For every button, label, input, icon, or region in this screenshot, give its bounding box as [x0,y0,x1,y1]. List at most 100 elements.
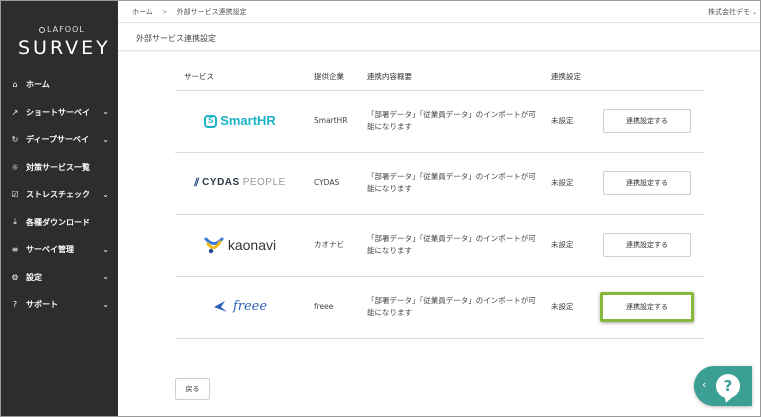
chevron-down-icon: ⌄ [102,272,109,282]
breadcrumb: ホーム > 外部サービス連携設定 [132,7,247,17]
sidebar-item-label: ストレスチェック [26,190,90,200]
smarthr-badge-icon: S [204,114,218,128]
brand-small-text: LAFOOL [47,25,85,34]
header-company: 提供企業 [305,64,358,91]
sidebar-item-list[interactable]: ≡ サーベイ管理 ⌄ [1,236,118,264]
company-cell: SmartHR [305,90,358,153]
header-description: 連携内容概要 [358,64,542,91]
kaonavi-logo: kaonavi [175,236,305,254]
breadcrumb-home[interactable]: ホーム [132,8,153,16]
table-row: freee freee 「部署データ」「従業員データ」のインポートが可能になります未… [175,276,704,339]
chevron-down-icon: ⌄ [102,134,109,144]
table-row: kaonavi カオナビ 「部署データ」「従業員データ」のインポートが可能になります… [175,214,704,277]
top-bar: ホーム > 外部サービス連携設定 株式会社デモ ⌄ [118,1,760,23]
table-header-row: サービス 提供企業 連携内容概要 連携設定 [175,64,704,91]
configure-integration-button[interactable]: 連携設定する [603,171,691,195]
company-name: 株式会社デモ [707,8,750,16]
status-cell: 未設定 [542,214,594,277]
brand-logo[interactable]: SURVEY [18,37,111,59]
chevron-down-icon: ⌄ [102,299,109,309]
configure-integration-button[interactable]: 連携設定する [603,233,691,257]
brand-small: LAFOOL [39,25,85,34]
company-cell: CYDAS [305,152,358,215]
home-icon: ⌂ [12,80,18,90]
description-cell: 「部署データ」「従業員データ」のインポートが可能になります [358,214,542,277]
company-menu[interactable]: 株式会社デモ ⌄ [708,7,757,17]
action-cell: 連携設定する [594,90,704,153]
status-cell: 未設定 [542,152,594,215]
download-icon: ⤓ [13,217,17,227]
cydas-logo-subtext: PEOPLE [242,177,286,188]
back-button[interactable]: 戻る [175,378,210,400]
smarthr-logo-text: SmartHR [220,113,276,128]
sidebar-item-label: 設定 [26,272,42,282]
sidebar-item-label: サーベイ管理 [26,245,74,255]
sidebar-item-label: ホーム [26,80,50,90]
configure-integration-button[interactable]: 連携設定する [600,292,694,322]
header-action [594,64,704,91]
sidebar-item-label: サポート [26,300,58,310]
cydas-logo: ⫽ CYDAS PEOPLE [175,177,305,189]
chevron-down-icon: ⌄ [102,244,109,254]
status-cell: 未設定 [542,276,594,339]
service-cell: freee [175,276,305,339]
checkbox-icon: ☑ [11,190,19,200]
freee-logo: freee [175,300,305,314]
action-cell: 連携設定する [594,276,704,339]
service-cell: S SmartHR [175,90,305,153]
header-status: 連携設定 [542,64,594,91]
kaonavi-logo-text: kaonavi [227,237,277,253]
sidebar-item-question[interactable]: ? サポート ⌄ [1,291,118,319]
cydas-logo-text: CYDAS [202,177,240,188]
sidebar: LAFOOL SURVEY ⌂ ホーム ↗ ショートサーベイ ⌄ ↻ ディープサーベイ ⌄ ☼ 対… [1,1,118,416]
sidebar-item-refresh[interactable]: ↻ ディープサーベイ ⌄ [1,126,118,154]
page-title-bar: 外部サービス連携設定 [118,23,760,51]
sidebar-item-label: ディープサーベイ [26,135,89,145]
description-cell: 「部署データ」「従業員データ」のインポートが可能になります [358,152,542,215]
refresh-icon: ↻ [11,135,19,145]
sidebar-item-trend[interactable]: ↗ ショートサーベイ ⌄ [1,99,118,127]
freee-logo-text: freee [232,299,268,314]
kaonavi-mark-icon [204,237,224,254]
chevron-down-icon: ⌄ [102,107,109,117]
header-service: サービス [175,64,305,91]
action-cell: 連携設定する [594,214,704,277]
sidebar-item-label: 対策サービス一覧 [26,162,90,172]
smarthr-logo: S SmartHR [175,113,305,128]
chevron-down-icon: ⌄ [751,9,757,16]
trend-icon: ↗ [11,107,19,117]
help-question-icon[interactable]: ? [716,374,740,398]
sidebar-item-download[interactable]: ⤓ 各種ダウンロード [1,209,118,237]
table-row: ⫽ CYDAS PEOPLE CYDAS 「部署データ」「従業員データ」のインポートが可… [175,152,704,215]
freee-bird-icon [213,301,227,312]
sidebar-item-checkbox[interactable]: ☑ ストレスチェック ⌄ [1,181,118,209]
sidebar-item-gear[interactable]: ⚙ 設定 ⌄ [1,264,118,292]
breadcrumb-current: 外部サービス連携設定 [176,8,247,16]
main-content: サービス 提供企業 連携内容概要 連携設定 S SmartHR SmartHR 「部署… [118,52,760,416]
sidebar-item-label: ショートサーベイ [26,107,90,117]
lightbulb-icon: ☼ [11,162,19,172]
chevron-down-icon: ⌄ [102,189,109,199]
description-cell: 「部署データ」「従業員データ」のインポートが可能になります [358,90,542,153]
cydas-mark-icon: ⫽ [194,177,200,189]
action-cell: 連携設定する [594,152,704,215]
sidebar-item-home[interactable]: ⌂ ホーム [1,71,118,99]
company-cell: カオナビ [305,214,358,277]
help-widget[interactable]: ‹ ? [694,366,752,406]
page-title: 外部サービス連携設定 [136,34,216,43]
configure-integration-button[interactable]: 連携設定する [603,109,691,133]
collapse-arrow-icon[interactable]: ‹ [702,378,706,391]
table-body: S SmartHR SmartHR 「部署データ」「従業員データ」のインポートが可能に… [175,90,704,339]
integration-table: サービス 提供企業 連携内容概要 連携設定 S SmartHR SmartHR 「部署… [175,64,704,339]
company-cell: freee [305,276,358,339]
sidebar-item-label: 各種ダウンロード [26,217,90,227]
sidebar-nav: ⌂ ホーム ↗ ショートサーベイ ⌄ ↻ ディープサーベイ ⌄ ☼ 対策サービス一覧 ☑ ストレスチェ… [1,71,118,319]
list-icon: ≡ [11,245,19,255]
gear-icon: ⚙ [11,272,19,282]
status-cell: 未設定 [542,90,594,153]
sidebar-item-lightbulb[interactable]: ☼ 対策サービス一覧 [1,154,118,182]
description-cell: 「部署データ」「従業員データ」のインポートが可能になります [358,276,542,339]
table-row: S SmartHR SmartHR 「部署データ」「従業員データ」のインポートが可能に… [175,90,704,153]
brand-dot-icon [39,27,45,33]
service-cell: ⫽ CYDAS PEOPLE [175,152,305,215]
